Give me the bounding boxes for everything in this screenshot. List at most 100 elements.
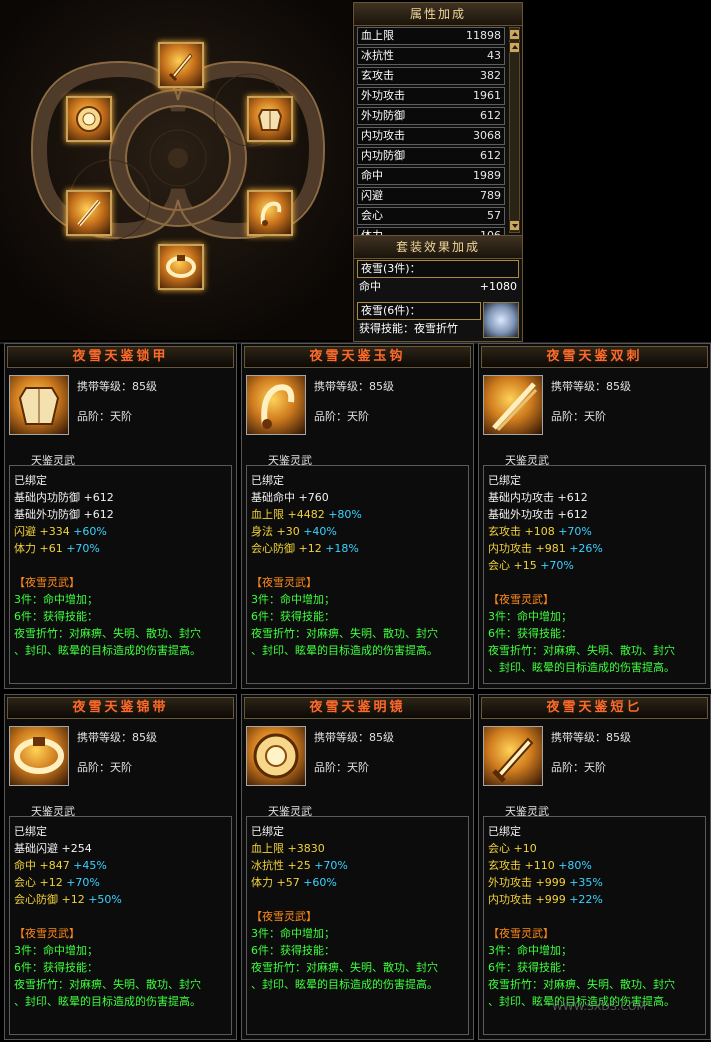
attribute-value: 11898 <box>466 29 501 42</box>
attribute-row: 玄攻击 382 <box>357 67 505 85</box>
stat-bonus: +70% <box>540 559 574 572</box>
item-icon-frame[interactable] <box>246 375 306 435</box>
stat-line: 会心防御 +12 +18% <box>251 540 359 557</box>
item-title: 夜雪天鉴玉钩 <box>244 346 471 368</box>
attribute-label: 内功攻击 <box>361 129 405 142</box>
stat-base: +847 <box>39 859 70 872</box>
set6-effect: 6件：获得技能： <box>488 627 572 640</box>
stat-name: 基础外功防御 <box>14 508 80 521</box>
set3-value: +1080 <box>479 280 517 293</box>
stat-line: 基础闪避 +254 <box>14 840 92 857</box>
attribute-label: 玄攻击 <box>361 69 394 82</box>
set-bonus-panel: 套装效果加成 夜雪(3件)： 命中 +1080 夜雪(6件)： 获得技能：夜雪折… <box>353 235 523 342</box>
attribute-label: 内功防御 <box>361 149 405 162</box>
stat-base: +10 <box>513 842 537 855</box>
stat-base: +12 <box>39 876 63 889</box>
attribute-row: 血上限 11898 <box>357 27 505 45</box>
skill-desc-line2: 、封印、眩晕的目标造成的伤害提高。 <box>488 661 675 674</box>
slot-dagger[interactable] <box>158 42 204 88</box>
item-card: 夜雪天鉴锁甲 携带等级：85级 品阶：天阶 天鉴灵武 已绑定 基础内功防御 +612 基础… <box>4 343 237 689</box>
skill-desc-line1: 夜雪折竹：对麻痹、失明、散功、封穴 <box>251 961 438 974</box>
set3-effect: 3件：命中增加； <box>14 944 98 957</box>
slot-jade-hook[interactable] <box>247 190 293 236</box>
stat-name: 血上限 <box>251 508 284 521</box>
skill-desc-line1: 夜雪折竹：对麻痹、失明、散功、封穴 <box>251 627 438 640</box>
attribute-row: 会心 57 <box>357 207 505 225</box>
item-details: 已绑定 基础命中 +760 血上限 +4482 +80% 身法 +30 +40% 会心… <box>246 465 469 684</box>
item-details: 已绑定 基础内功攻击 +612 基础外功攻击 +612 玄攻击 +108 +70%… <box>483 465 706 684</box>
set6-effect: 6件：获得技能： <box>251 944 335 957</box>
stat-base: +3830 <box>287 842 325 855</box>
attribute-row: 内功防御 612 <box>357 147 505 165</box>
slot-mirror[interactable] <box>66 96 112 142</box>
stat-line: 基础外功攻击 +612 <box>488 506 588 523</box>
stat-name: 会心 <box>488 842 510 855</box>
stat-bonus: +18% <box>325 542 359 555</box>
set6-skill: 获得技能：夜雪折竹 <box>359 322 458 335</box>
stat-line: 会心防御 +12 +50% <box>14 891 122 908</box>
slot-armor[interactable] <box>247 96 293 142</box>
bound-status: 已绑定 <box>251 825 284 838</box>
stat-bonus: +22% <box>569 893 603 906</box>
stat-name: 冰抗性 <box>251 859 284 872</box>
stat-line: 命中 +847 +45% <box>14 857 107 874</box>
snow-skill-icon[interactable] <box>483 302 519 338</box>
twin-spike-icon <box>492 382 538 432</box>
item-card: 夜雪天鉴短匕 携带等级：85级 品阶：天阶 天鉴灵武 已绑定 会心 +10 玄攻击 +11… <box>478 694 711 1040</box>
attribute-row: 外功攻击 1961 <box>357 87 505 105</box>
stat-base: +57 <box>276 876 300 889</box>
attribute-value: 612 <box>480 109 501 122</box>
stat-base: +4482 <box>287 508 325 521</box>
scroll-top-button[interactable] <box>509 29 520 40</box>
stat-bonus: +50% <box>88 893 122 906</box>
attribute-label: 外功防御 <box>361 109 405 122</box>
item-icon-frame[interactable] <box>483 726 543 786</box>
attribute-value: 789 <box>480 189 501 202</box>
set3-effect: 3件：命中增加； <box>14 593 98 606</box>
belt-icon <box>166 255 196 278</box>
set6-effect: 6件：获得技能： <box>14 610 98 623</box>
set-name: 【夜雪灵武】 <box>251 576 317 589</box>
item-icon-frame[interactable] <box>9 375 69 435</box>
item-icon-frame[interactable] <box>9 726 69 786</box>
mirror-icon <box>253 733 299 779</box>
skill-desc-line2: 、封印、眩晕的目标造成的伤害提高。 <box>14 995 201 1008</box>
attribute-scrollbar[interactable] <box>509 27 520 233</box>
stat-name: 基础内功防御 <box>14 491 80 504</box>
bound-status: 已绑定 <box>14 825 47 838</box>
set-panel-title: 套装效果加成 <box>354 236 522 259</box>
stat-base: +254 <box>61 842 92 855</box>
attribute-value: 106 <box>480 229 501 236</box>
bound-status: 已绑定 <box>488 474 521 487</box>
scroll-down-button[interactable] <box>509 220 520 231</box>
stat-line: 外功攻击 +999 +35% <box>488 874 603 891</box>
set3-stat: 命中 <box>359 280 381 293</box>
set3-header: 夜雪(3件)： <box>357 260 519 278</box>
item-title: 夜雪天鉴锁甲 <box>7 346 234 368</box>
stat-name: 基础外功攻击 <box>488 508 554 521</box>
stat-line: 血上限 +4482 +80% <box>251 506 362 523</box>
skill-desc-line1: 夜雪折竹：对麻痹、失明、散功、封穴 <box>488 978 675 991</box>
stat-line: 体力 +57 +60% <box>251 874 337 891</box>
item-icon-frame[interactable] <box>483 375 543 435</box>
stat-base: +760 <box>298 491 329 504</box>
item-icon-frame[interactable] <box>246 726 306 786</box>
dagger-icon <box>492 737 534 783</box>
slot-belt[interactable] <box>158 244 204 290</box>
stat-bonus: +70% <box>66 542 100 555</box>
stat-line: 会心 +12 +70% <box>14 874 100 891</box>
stat-bonus: +35% <box>569 876 603 889</box>
scroll-up-button[interactable] <box>509 42 520 53</box>
item-level: 携带等级：85级 <box>551 380 631 393</box>
item-title: 夜雪天鉴短匕 <box>481 697 708 719</box>
armor-icon <box>257 109 283 131</box>
attribute-value: 382 <box>480 69 501 82</box>
stat-name: 血上限 <box>251 842 284 855</box>
slot-twin-spike[interactable] <box>66 190 112 236</box>
stat-base: +981 <box>535 542 566 555</box>
item-level: 携带等级：85级 <box>77 380 157 393</box>
item-grade: 品阶：天阶 <box>551 410 606 423</box>
stat-line: 基础外功防御 +612 <box>14 506 114 523</box>
stat-name: 体力 <box>251 876 273 889</box>
skill-desc-line1: 夜雪折竹：对麻痹、失明、散功、封穴 <box>14 627 201 640</box>
